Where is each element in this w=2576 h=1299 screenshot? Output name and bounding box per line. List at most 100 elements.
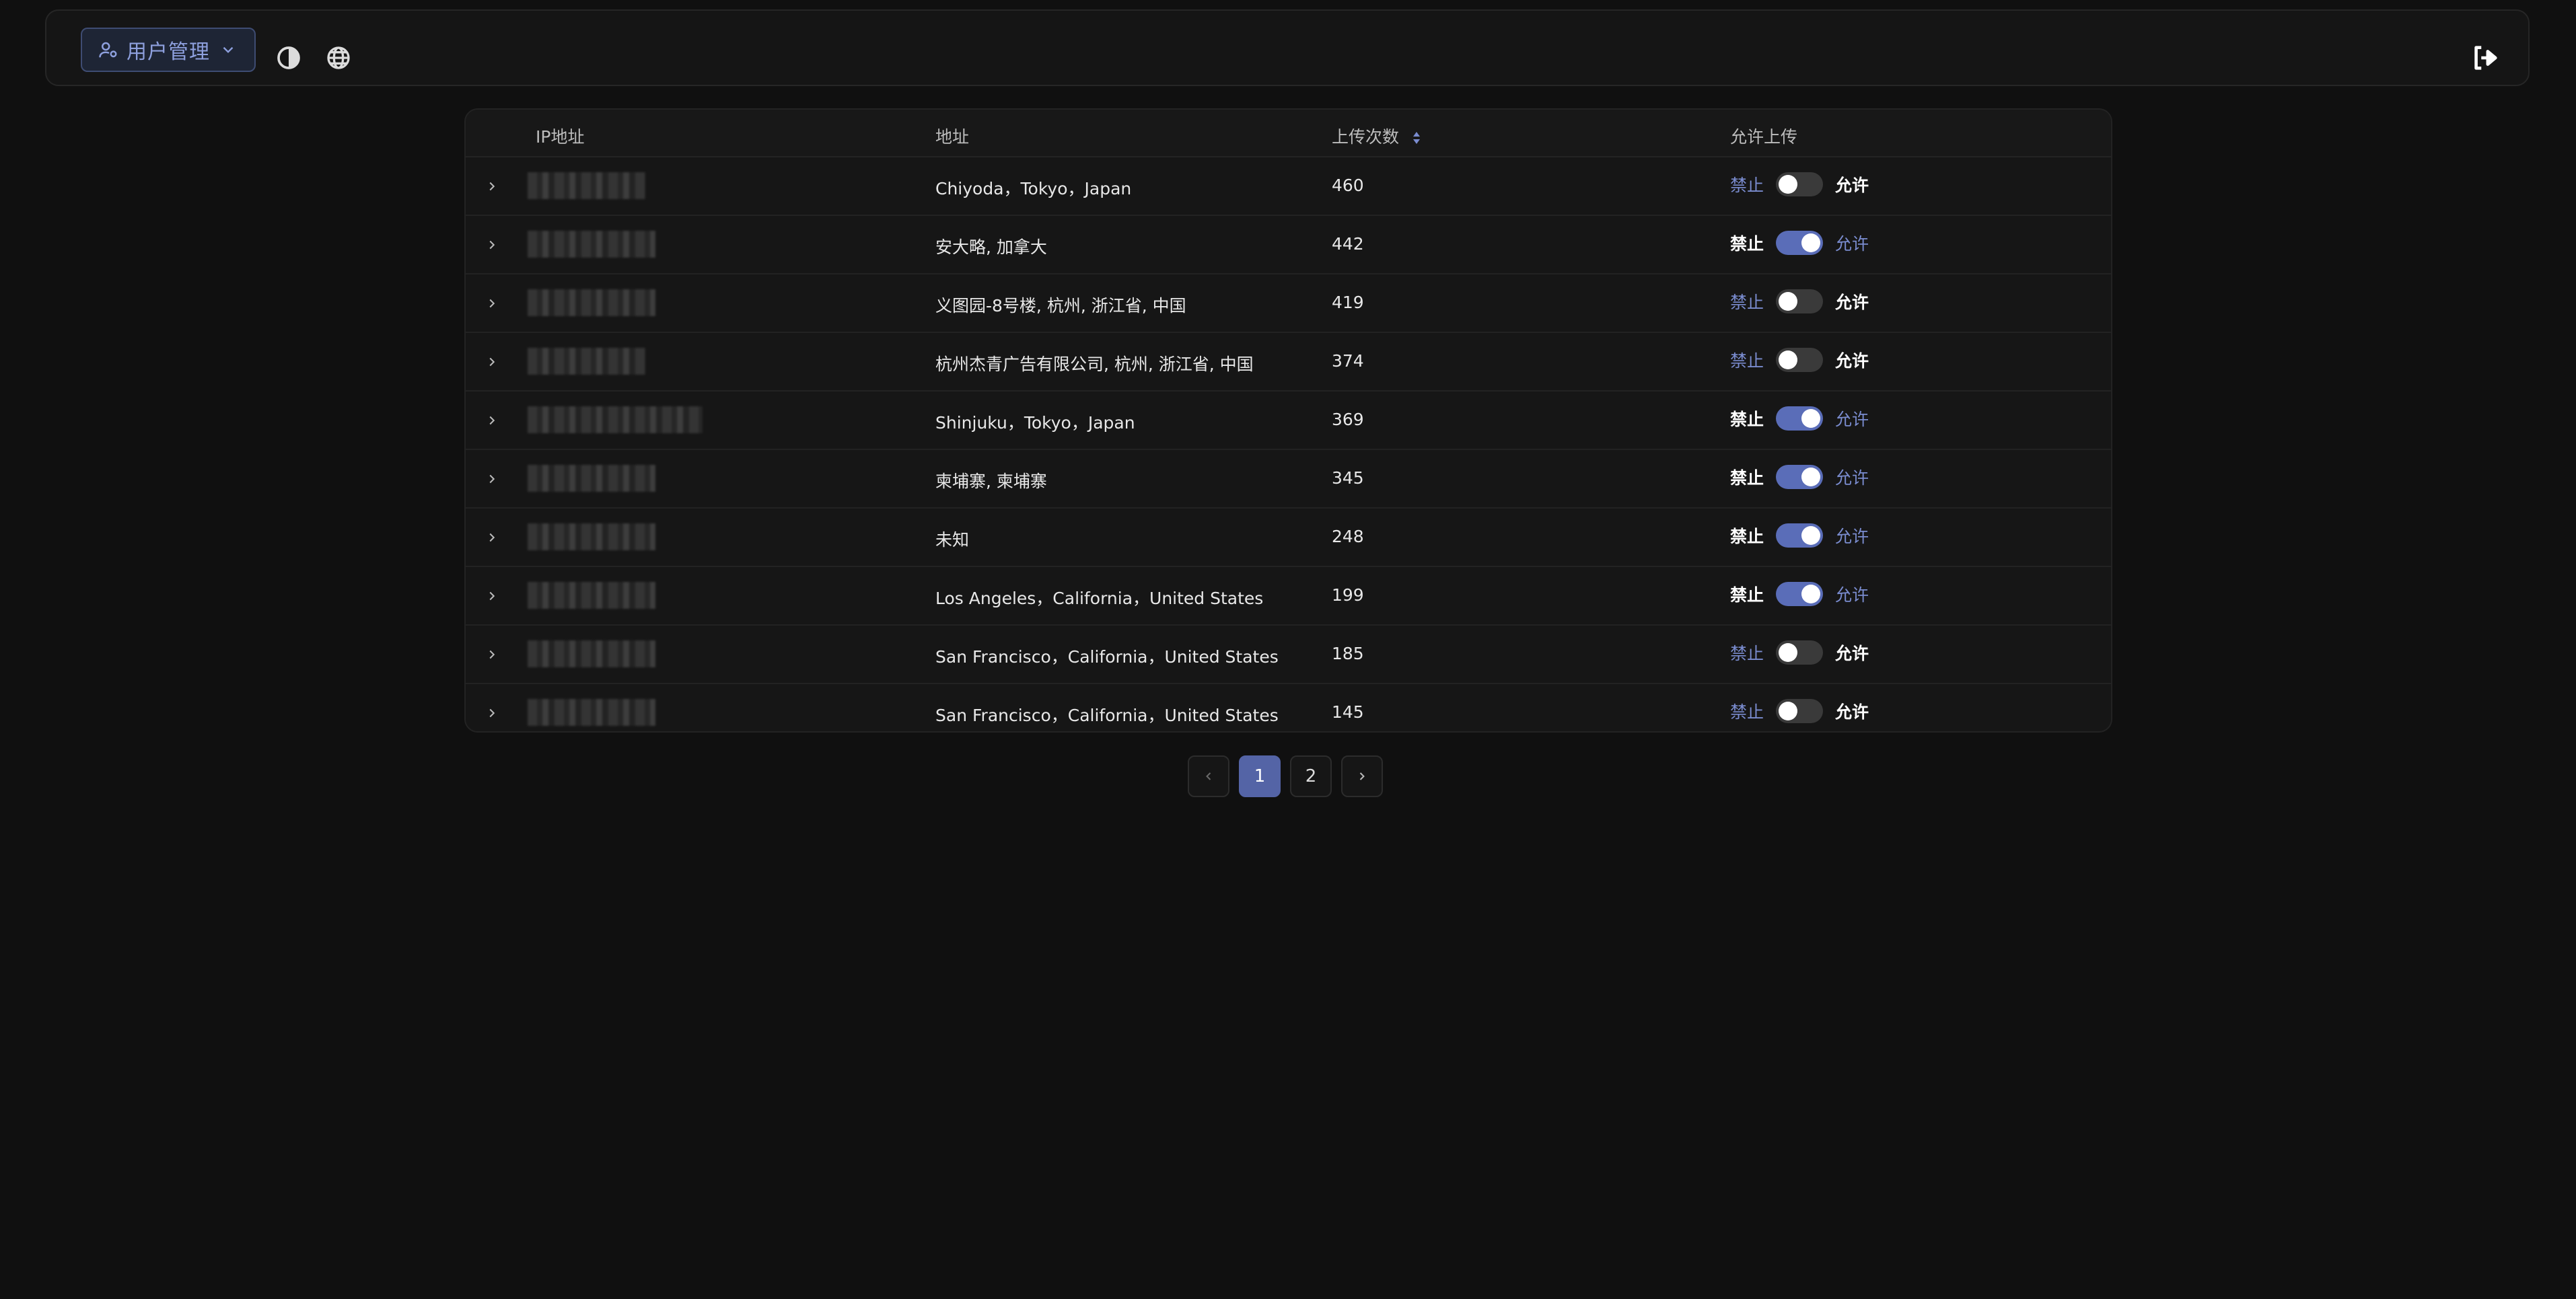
allow-upload-toggle: 禁止 允许	[1730, 523, 1869, 548]
expand-row-icon[interactable]	[482, 176, 502, 196]
next-page-button[interactable]	[1341, 755, 1383, 797]
switch-knob	[1779, 643, 1798, 662]
page-1-button[interactable]: 1	[1239, 755, 1281, 797]
uploads-cell: 248	[1332, 527, 1364, 546]
deny-label: 禁止	[1730, 176, 1764, 195]
address-cell: 柬埔寨, 柬埔寨	[935, 472, 1047, 491]
deny-label: 禁止	[1730, 351, 1764, 371]
uploads-cell: 369	[1332, 410, 1364, 429]
allow-upload-switch[interactable]	[1776, 582, 1824, 606]
deny-label: 禁止	[1730, 410, 1764, 429]
table-row[interactable]: Los Angeles，California，United States 199 禁…	[466, 567, 2111, 626]
allow-label: 允许	[1835, 293, 1869, 312]
address-cell: 未知	[935, 530, 970, 550]
uploads-cell: 145	[1332, 702, 1364, 722]
expand-row-icon[interactable]	[482, 352, 502, 372]
expand-row-icon[interactable]	[482, 410, 502, 431]
allow-upload-toggle: 禁止 允许	[1730, 640, 1869, 665]
globe-icon[interactable]	[324, 43, 353, 73]
address-cell: Chiyoda，Tokyo，Japan	[935, 179, 1132, 198]
page-2-button[interactable]: 2	[1290, 755, 1332, 797]
expand-row-icon[interactable]	[482, 703, 502, 723]
table-row[interactable]: Chiyoda，Tokyo，Japan 460 禁止 允许	[466, 157, 2111, 216]
column-uploads[interactable]: 上传次数	[1332, 124, 1422, 148]
ip-table: IP地址 地址 上传次数 允许上传 Chiyoda，Tokyo，Japan 460…	[464, 108, 2112, 733]
ip-address-redacted	[528, 231, 655, 258]
ip-address-redacted	[528, 523, 655, 550]
column-ip: IP地址	[536, 127, 585, 147]
allow-label: 允许	[1835, 234, 1869, 254]
expand-row-icon[interactable]	[482, 644, 502, 665]
ip-address-redacted	[528, 699, 655, 726]
allow-upload-switch[interactable]	[1776, 699, 1824, 723]
allow-label: 允许	[1835, 702, 1869, 722]
user-gear-icon	[98, 40, 118, 60]
prev-page-button[interactable]	[1188, 755, 1229, 797]
address-cell: Shinjuku，Tokyo，Japan	[935, 413, 1135, 433]
allow-upload-switch[interactable]	[1776, 523, 1824, 548]
logout-icon[interactable]	[2469, 42, 2501, 74]
allow-upload-toggle: 禁止 允许	[1730, 699, 1869, 723]
table-row[interactable]: 杭州杰青广告有限公司, 杭州, 浙江省, 中国 374 禁止 允许	[466, 333, 2111, 392]
table-body: Chiyoda，Tokyo，Japan 460 禁止 允许 安大略, 加拿大 442 禁止允…	[466, 157, 2111, 731]
allow-upload-switch[interactable]	[1776, 465, 1824, 489]
allow-upload-switch[interactable]	[1776, 231, 1824, 255]
allow-label: 允许	[1835, 468, 1869, 488]
table-row[interactable]: San Francisco，California，United States 14…	[466, 684, 2111, 731]
table-row[interactable]: 未知 248 禁止 允许	[466, 509, 2111, 567]
switch-knob	[1801, 526, 1821, 545]
uploads-cell: 460	[1332, 176, 1364, 195]
address-cell: San Francisco，California，United States	[935, 647, 1279, 667]
table-row[interactable]: 柬埔寨, 柬埔寨 345 禁止 允许	[466, 450, 2111, 509]
uploads-cell: 374	[1332, 351, 1364, 371]
deny-label: 禁止	[1730, 293, 1764, 312]
address-cell: 安大略, 加拿大	[935, 237, 1047, 257]
table-row[interactable]: Shinjuku，Tokyo，Japan 369 禁止 允许	[466, 392, 2111, 450]
user-management-label: 用户管理	[127, 40, 210, 64]
switch-knob	[1801, 233, 1821, 252]
user-management-menu-button[interactable]: 用户管理	[81, 28, 256, 72]
address-cell: Los Angeles，California，United States	[935, 589, 1264, 608]
allow-upload-toggle: 禁止 允许	[1730, 289, 1869, 313]
column-address: 地址	[935, 127, 970, 147]
allow-upload-toggle: 禁止 允许	[1730, 582, 1869, 606]
deny-label: 禁止	[1730, 468, 1764, 488]
address-cell: 义图园-8号楼, 杭州, 浙江省, 中国	[935, 296, 1186, 316]
expand-row-icon[interactable]	[482, 586, 502, 606]
pagination: 1 2	[1188, 755, 1383, 797]
expand-row-icon[interactable]	[482, 469, 502, 489]
uploads-cell: 419	[1332, 293, 1364, 312]
table-row[interactable]: 安大略, 加拿大 442 禁止 允许	[466, 216, 2111, 274]
table-row[interactable]: San Francisco，California，United States 18…	[466, 626, 2111, 684]
uploads-cell: 185	[1332, 644, 1364, 663]
switch-knob	[1779, 350, 1798, 369]
top-bar: 用户管理	[45, 9, 2530, 86]
sort-icon[interactable]	[1411, 130, 1422, 146]
allow-label: 允许	[1835, 176, 1869, 195]
expand-row-icon[interactable]	[482, 235, 502, 255]
uploads-cell: 345	[1332, 468, 1364, 488]
ip-address-redacted	[528, 582, 655, 609]
allow-upload-switch[interactable]	[1776, 640, 1824, 665]
deny-label: 禁止	[1730, 644, 1764, 663]
switch-knob	[1779, 292, 1798, 311]
address-cell: 杭州杰青广告有限公司, 杭州, 浙江省, 中国	[935, 355, 1254, 374]
column-uploads-label: 上传次数	[1332, 127, 1400, 147]
contrast-icon[interactable]	[274, 43, 303, 73]
address-cell: San Francisco，California，United States	[935, 706, 1279, 725]
ip-address-redacted	[528, 465, 655, 492]
expand-row-icon[interactable]	[482, 293, 502, 313]
deny-label: 禁止	[1730, 234, 1764, 254]
ip-address-redacted	[528, 406, 703, 433]
expand-row-icon[interactable]	[482, 527, 502, 548]
allow-upload-switch[interactable]	[1776, 406, 1824, 431]
column-allow-upload: 允许上传	[1730, 127, 1798, 147]
allow-upload-switch[interactable]	[1776, 172, 1824, 196]
table-row[interactable]: 义图园-8号楼, 杭州, 浙江省, 中国 419 禁止 允许	[466, 274, 2111, 333]
deny-label: 禁止	[1730, 702, 1764, 722]
allow-upload-toggle: 禁止 允许	[1730, 465, 1869, 489]
allow-upload-switch[interactable]	[1776, 289, 1824, 313]
allow-label: 允许	[1835, 527, 1869, 546]
allow-upload-toggle: 禁止 允许	[1730, 231, 1869, 255]
allow-upload-switch[interactable]	[1776, 348, 1824, 372]
